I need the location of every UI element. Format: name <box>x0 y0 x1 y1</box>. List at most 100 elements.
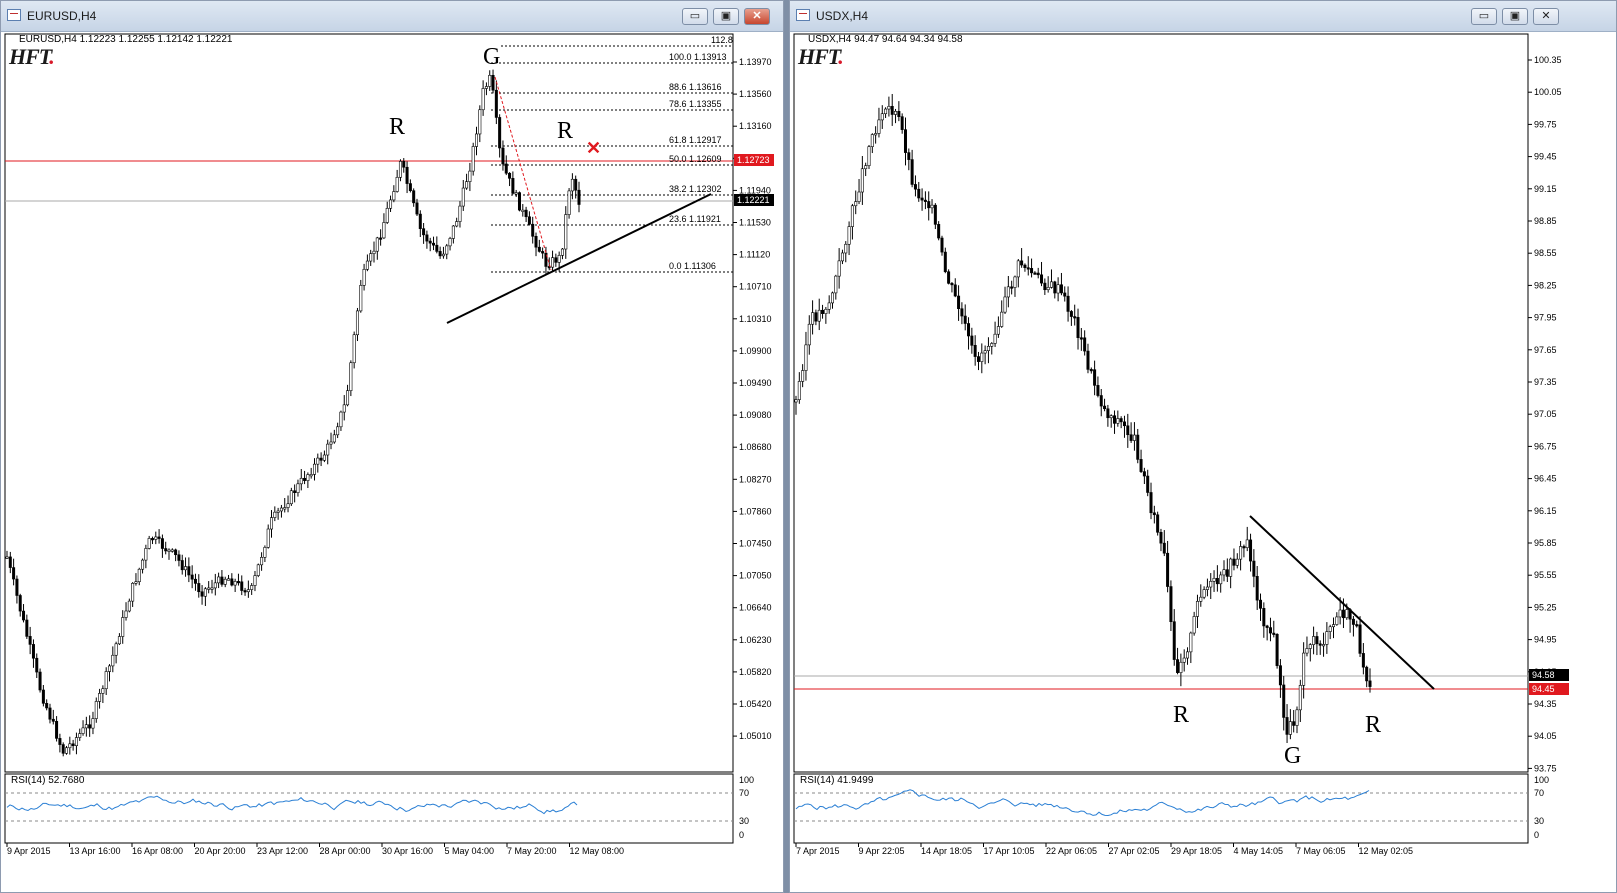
candle-body <box>1113 415 1117 424</box>
candle-body <box>521 209 525 212</box>
rsi-axis-label: 100 <box>1534 775 1549 785</box>
rsi-axis-label: 30 <box>1534 816 1544 826</box>
candle-body <box>346 390 350 406</box>
candle-body <box>1308 644 1312 649</box>
candle-body <box>943 251 947 273</box>
candle-body <box>58 738 62 745</box>
candle-body <box>574 178 578 191</box>
candle-body <box>1255 576 1259 601</box>
candle-body <box>260 557 264 566</box>
candle-body <box>874 133 878 136</box>
x-marker-icon: ✕ <box>586 138 601 158</box>
time-axis-label: 23 Apr 12:00 <box>257 846 308 856</box>
candle-body <box>55 721 59 739</box>
candle-body <box>184 566 188 571</box>
price-axis-label: 1.11120 <box>739 250 770 260</box>
rsi-label: RSI(14) 41.9499 <box>800 775 874 786</box>
candle-body <box>111 654 115 667</box>
candle-body <box>154 536 158 540</box>
candle-body <box>174 549 178 556</box>
usdx-titlebar[interactable]: USDX,H4 ▭ ▣ ✕ <box>790 1 1616 32</box>
price-axis-label: 1.11940 <box>739 185 771 195</box>
fib-level-label: 112.8 <box>711 35 733 45</box>
price-axis-label: 99.45 <box>1534 152 1557 162</box>
price-axis-label: 94.35 <box>1534 699 1557 709</box>
pattern-label-g: G <box>483 44 500 70</box>
pattern-label-r: R <box>389 114 405 140</box>
candle-body <box>375 237 379 252</box>
candle-body <box>121 617 125 637</box>
price-axis-label: 95.55 <box>1534 570 1557 580</box>
candle-body <box>953 284 957 297</box>
candle-body <box>801 370 805 382</box>
price-axis-label: 1.06640 <box>739 603 772 613</box>
candle-body <box>560 248 564 256</box>
candle-body <box>180 560 184 571</box>
price-axis-label: 1.08680 <box>739 442 772 452</box>
close-button[interactable]: ✕ <box>744 8 770 25</box>
red-level-value: 1.12723 <box>737 155 770 165</box>
candle-body <box>299 477 303 485</box>
candle-body <box>1325 631 1329 645</box>
candle-body <box>213 582 217 589</box>
candle-body <box>8 556 12 568</box>
candle-body <box>266 528 270 548</box>
candle-body <box>326 443 330 456</box>
candle-body <box>31 644 35 659</box>
candle-body <box>1010 286 1014 289</box>
candle-body <box>445 245 449 255</box>
rsi-axis-label: 100 <box>739 775 754 785</box>
time-axis-label: 9 Apr 22:05 <box>859 846 905 856</box>
candle-body <box>428 240 432 244</box>
candle-body <box>336 426 340 436</box>
candle-body <box>524 209 528 218</box>
candle-body <box>824 308 828 314</box>
price-axis-label: 95.25 <box>1534 602 1557 612</box>
candle-body <box>864 165 868 170</box>
eurusd-titlebar[interactable]: EURUSD,H4 ▭ ▣ ✕ <box>1 1 783 32</box>
candle-body <box>1076 317 1080 338</box>
candle-body <box>1328 626 1332 632</box>
price-axis-label: 1.05010 <box>739 731 772 741</box>
candle-body <box>1285 717 1289 735</box>
candle-body <box>1252 560 1256 577</box>
candle-body <box>137 568 141 583</box>
candle-body <box>837 260 841 277</box>
candle-body <box>1275 633 1279 666</box>
candle-body <box>884 108 888 115</box>
maximize-button[interactable]: ▣ <box>713 8 739 25</box>
candle-body <box>451 225 455 239</box>
candle-body <box>1262 608 1266 627</box>
candle-body <box>306 474 310 481</box>
candle-body <box>246 589 250 593</box>
candle-body <box>811 312 815 325</box>
candle-body <box>402 161 406 168</box>
candle-body <box>890 106 894 115</box>
candle-body <box>488 74 492 87</box>
minimize-button[interactable]: ▭ <box>682 8 708 25</box>
minimize-button[interactable]: ▭ <box>1471 8 1497 25</box>
candle-body <box>847 226 851 245</box>
red-level-value: 94.45 <box>1532 684 1555 694</box>
candle-body <box>240 581 244 591</box>
candle-body <box>38 671 42 691</box>
candle-body <box>517 192 521 211</box>
eurusd-chart[interactable]: 1.139701.135601.131601.123401.119401.115… <box>1 32 783 892</box>
candle-body <box>1049 281 1053 288</box>
price-axis-label: 100.05 <box>1534 87 1562 97</box>
time-axis-label: 29 Apr 18:05 <box>1171 846 1222 856</box>
candle-body <box>827 302 831 310</box>
candle-body <box>1335 616 1339 625</box>
candle-body <box>897 111 901 117</box>
candle-body <box>322 454 326 461</box>
candle-body <box>471 146 475 172</box>
candle-body <box>1295 709 1299 726</box>
candle-body <box>1209 581 1213 588</box>
usdx-chart[interactable]: 100.35 100.05 99.75 99.45 99.15 98.85 98.55 98.… <box>790 32 1616 892</box>
candle-body <box>1305 648 1309 654</box>
price-axis-label: 1.06230 <box>739 635 772 645</box>
maximize-button[interactable]: ▣ <box>1502 8 1528 25</box>
candle-body <box>389 199 393 209</box>
candle-body <box>920 197 924 201</box>
close-button[interactable]: ✕ <box>1533 8 1559 25</box>
